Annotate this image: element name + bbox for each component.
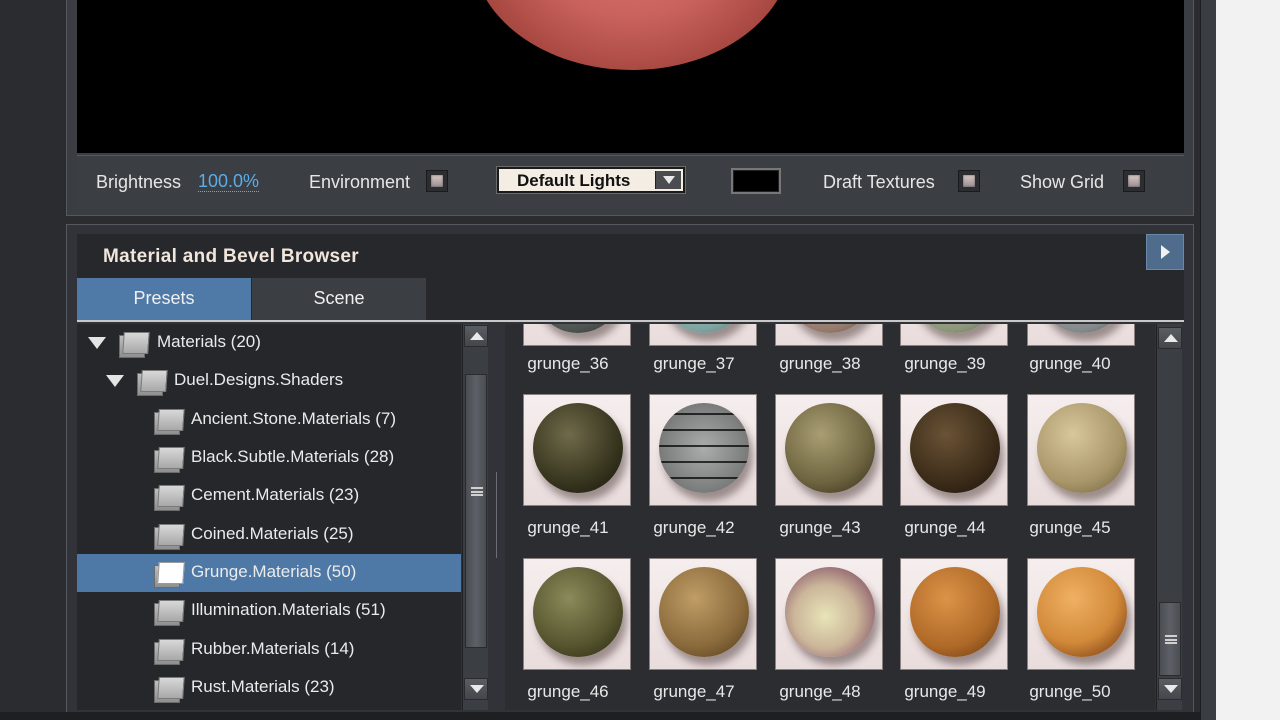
brightness-label: Brightness (96, 172, 182, 192)
material-tree: Materials (20) Duel.Designs.Shaders Anci… (77, 324, 461, 710)
tree-item-illumination[interactable]: Illumination.Materials (51) (77, 592, 461, 630)
material-thumbnail[interactable] (900, 394, 1008, 506)
folder-icon (119, 332, 147, 358)
material-thumbnail[interactable] (1027, 324, 1135, 346)
material-label: grunge_44 (904, 518, 986, 537)
material-thumbnail[interactable] (900, 324, 1008, 346)
folder-icon (154, 524, 182, 550)
grip-icon (1165, 635, 1177, 644)
material-thumbnail[interactable] (523, 558, 631, 670)
material-thumbnail[interactable] (775, 558, 883, 670)
material-thumbnail[interactable] (1027, 394, 1135, 506)
scroll-up-icon[interactable] (464, 325, 488, 347)
scroll-down-icon[interactable] (464, 678, 488, 700)
tree-item-duel-designs-shaders[interactable]: Duel.Designs.Shaders (77, 362, 461, 400)
material-label: grunge_40 (1029, 354, 1111, 373)
draft-textures-label: Draft Textures (823, 172, 935, 192)
tree-item-label: Black.Subtle.Materials (28) (191, 447, 395, 466)
draft-textures-checkbox[interactable] (958, 170, 980, 192)
grid-scrollbar[interactable] (1156, 324, 1182, 710)
side-divider (1200, 0, 1216, 720)
expand-triangle-icon[interactable] (88, 337, 106, 349)
material-label: grunge_41 (527, 518, 609, 537)
folder-icon (154, 677, 182, 703)
grip-icon (471, 487, 483, 496)
folder-open-icon (154, 562, 182, 588)
material-grid: grunge_36 grunge_37 grunge_38 grunge_39 … (505, 324, 1155, 710)
show-grid-checkbox[interactable] (1123, 170, 1145, 192)
material-label: grunge_36 (527, 354, 609, 373)
browser-tabs: Presets Scene (77, 278, 1184, 322)
tree-item-cement[interactable]: Cement.Materials (23) (77, 477, 461, 515)
background-color-swatch[interactable] (731, 168, 781, 194)
scrollbar-thumb[interactable] (465, 374, 487, 648)
material-thumbnail[interactable] (900, 558, 1008, 670)
status-strip (0, 712, 1200, 720)
material-label: grunge_43 (779, 518, 861, 537)
material-label: grunge_46 (527, 682, 609, 701)
tree-item-rust[interactable]: Rust.Materials (23) (77, 669, 461, 707)
material-thumbnail[interactable] (1027, 558, 1135, 670)
material-thumbnail[interactable] (775, 394, 883, 506)
material-label: grunge_49 (904, 682, 986, 701)
material-thumbnail[interactable] (523, 324, 631, 346)
scroll-up-icon[interactable] (1158, 327, 1182, 349)
tree-item-ancient-stone[interactable]: Ancient.Stone.Materials (7) (77, 401, 461, 439)
tree-item-label: Duel.Designs.Shaders (174, 370, 344, 389)
expand-triangle-icon[interactable] (106, 375, 124, 387)
material-label: grunge_42 (653, 518, 735, 537)
tree-item-label: Illumination.Materials (51) (191, 600, 386, 619)
tree-item-label: Materials (20) (157, 332, 261, 351)
environment-checkbox[interactable] (426, 170, 448, 192)
folder-icon (154, 639, 182, 665)
lights-dropdown[interactable]: Default Lights (497, 167, 685, 193)
material-label: grunge_39 (904, 354, 986, 373)
tree-item-black-subtle[interactable]: Black.Subtle.Materials (28) (77, 439, 461, 477)
material-thumbnail[interactable] (649, 558, 757, 670)
tree-item-rubber[interactable]: Rubber.Materials (14) (77, 631, 461, 669)
tree-item-label: Grunge.Materials (50) (191, 562, 357, 581)
scroll-down-icon[interactable] (1158, 678, 1182, 700)
tree-scrollbar[interactable] (462, 324, 488, 710)
material-thumbnail[interactable] (649, 394, 757, 506)
browser-title: Material and Bevel Browser (103, 246, 359, 267)
tree-item-coined[interactable]: Coined.Materials (25) (77, 516, 461, 554)
chevron-down-icon[interactable] (655, 171, 681, 189)
scrollbar-thumb[interactable] (1159, 602, 1181, 676)
tree-item-materials[interactable]: Materials (20) (77, 324, 461, 362)
preview-toolbar: Brightness 100.0% Environment Default Li… (77, 155, 1184, 207)
tree-item-grunge[interactable]: Grunge.Materials (50) (77, 554, 461, 592)
tab-presets[interactable]: Presets (77, 278, 251, 320)
tree-item-label: Cement.Materials (23) (191, 485, 360, 504)
environment-label: Environment (309, 172, 411, 192)
material-label: grunge_37 (653, 354, 735, 373)
brightness-value[interactable]: 100.0% (198, 172, 260, 192)
material-label: grunge_45 (1029, 518, 1111, 537)
material-label: grunge_47 (653, 682, 735, 701)
folder-icon (154, 485, 182, 511)
lights-dropdown-value: Default Lights (517, 171, 631, 190)
material-preview-viewport[interactable] (77, 0, 1184, 153)
browser-title-bar: Material and Bevel Browser (77, 234, 1184, 278)
pane-splitter[interactable] (490, 324, 504, 710)
tree-item-label: Ancient.Stone.Materials (7) (191, 409, 397, 428)
material-thumbnail[interactable] (775, 324, 883, 346)
material-label: grunge_48 (779, 682, 861, 701)
material-label: grunge_38 (779, 354, 861, 373)
folder-icon (154, 409, 182, 435)
folder-icon (137, 370, 165, 396)
tree-item-label: Rubber.Materials (14) (191, 639, 355, 658)
material-thumbnail[interactable] (523, 394, 631, 506)
tree-item-label: Coined.Materials (25) (191, 524, 354, 543)
folder-icon (154, 600, 182, 626)
folder-icon (154, 447, 182, 473)
window-edge (1216, 0, 1280, 720)
preview-sphere (472, 0, 792, 70)
show-grid-label: Show Grid (1020, 172, 1105, 192)
tab-scene[interactable]: Scene (252, 278, 426, 320)
tree-item-label: Rust.Materials (23) (191, 677, 335, 696)
material-thumbnail[interactable] (649, 324, 757, 346)
expand-arrow-icon[interactable] (1146, 234, 1184, 270)
material-label: grunge_50 (1029, 682, 1111, 701)
